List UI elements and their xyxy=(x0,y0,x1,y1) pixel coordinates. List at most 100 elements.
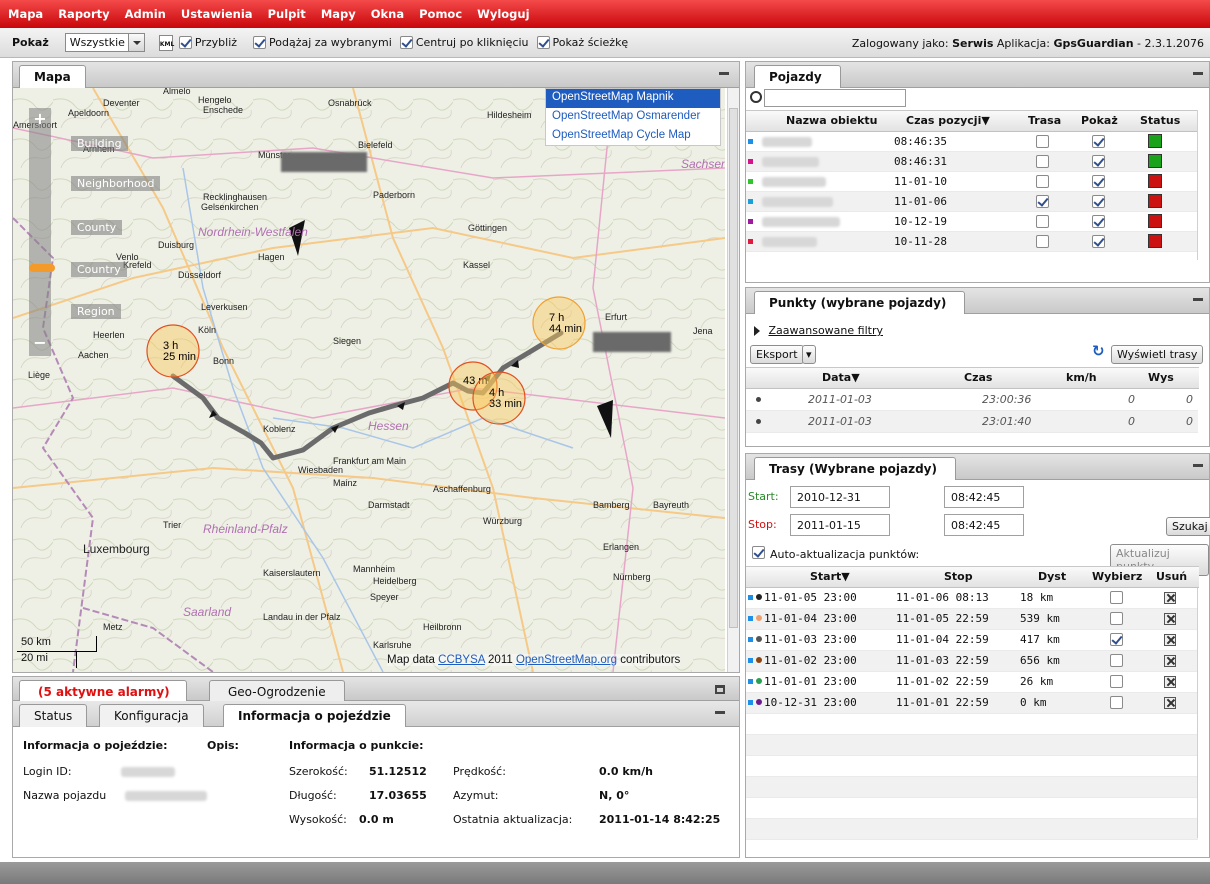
menu-mapa[interactable]: Mapa xyxy=(8,7,43,21)
table-row[interactable]: 10-12-19 xyxy=(746,212,1198,232)
menu-pomoc[interactable]: Pomoc xyxy=(419,7,462,21)
path-checkbox[interactable] xyxy=(536,36,550,49)
delete-icon[interactable] xyxy=(1164,697,1176,709)
layer-cyclemap[interactable]: OpenStreetMap Cycle Map xyxy=(546,127,720,146)
route-checkbox[interactable] xyxy=(1036,215,1049,228)
minimize-icon[interactable] xyxy=(719,72,729,75)
tab-status[interactable]: Status xyxy=(19,704,88,727)
route-checkbox[interactable] xyxy=(1036,135,1049,148)
export-dropdown-icon[interactable]: ▾ xyxy=(802,345,816,364)
minimize-icon[interactable] xyxy=(1193,72,1203,75)
show-checkbox[interactable] xyxy=(1092,155,1105,168)
tab-trasy[interactable]: Trasy (Wybrane pojazdy) xyxy=(754,457,956,480)
menu-ustawienia[interactable]: Ustawienia xyxy=(181,7,253,21)
col-select[interactable]: Wybierz xyxy=(1092,570,1142,583)
zoom-out-icon[interactable]: − xyxy=(31,334,49,352)
table-row[interactable]: 11-01-06 xyxy=(746,192,1198,212)
table-row[interactable]: 11-01-04 23:00 11-01-05 22:59 539 km xyxy=(746,609,1198,630)
tab-mapa[interactable]: Mapa xyxy=(19,65,86,88)
route-select-checkbox[interactable] xyxy=(1110,675,1123,688)
table-row[interactable]: 11-01-01 23:00 11-01-02 22:59 26 km xyxy=(746,672,1198,693)
map-canvas[interactable]: 3 h 25 min 7 h 44 min 43 m4 h 33 min Almelo De… xyxy=(13,88,725,672)
search-icon[interactable] xyxy=(750,91,762,103)
route-checkbox[interactable] xyxy=(1036,175,1049,188)
refresh-icon[interactable]: ↻ xyxy=(1092,342,1105,360)
col-dist[interactable]: Dyst xyxy=(1038,570,1066,583)
show-checkbox[interactable] xyxy=(1092,195,1105,208)
export-button[interactable]: Eksport xyxy=(750,345,804,364)
routes-scrollbar[interactable] xyxy=(1197,588,1209,838)
table-row[interactable]: 11-01-05 23:00 11-01-06 08:13 18 km xyxy=(746,588,1198,609)
show-routes-button[interactable]: Wyświetl trasy xyxy=(1111,345,1204,364)
col-time[interactable]: Czas xyxy=(964,371,992,384)
route-select-checkbox[interactable] xyxy=(1110,633,1123,646)
table-row[interactable]: 10-12-31 23:00 11-01-01 22:59 0 km xyxy=(746,693,1198,714)
stop-date-input[interactable]: 2011-01-15 xyxy=(790,514,890,536)
chevron-down-icon[interactable] xyxy=(127,34,144,51)
show-select[interactable]: Wszystkie xyxy=(64,33,145,52)
filters-link[interactable]: Zaawansowane filtry xyxy=(769,324,884,337)
auto-update-checkbox[interactable] xyxy=(752,546,765,559)
route-select-checkbox[interactable] xyxy=(1110,612,1123,625)
col-name[interactable]: Nazwa obiektu xyxy=(786,114,878,127)
col-stop[interactable]: Stop xyxy=(944,570,973,583)
stop-time-input[interactable]: 08:42:45 xyxy=(944,514,1024,536)
col-delete[interactable]: Usuń xyxy=(1156,570,1187,583)
col-show[interactable]: Pokaż xyxy=(1081,114,1118,127)
route-select-checkbox[interactable] xyxy=(1110,591,1123,604)
col-speed[interactable]: km/h xyxy=(1066,371,1097,384)
tab-punkty[interactable]: Punkty (wybrane pojazdy) xyxy=(754,291,966,314)
delete-icon[interactable] xyxy=(1164,676,1176,688)
menu-okna[interactable]: Okna xyxy=(371,7,404,21)
table-row[interactable]: 11-01-10 xyxy=(746,172,1198,192)
start-time-input[interactable]: 08:42:45 xyxy=(944,486,1024,508)
zoom-label-country[interactable]: Country xyxy=(71,262,127,277)
col-route[interactable]: Trasa xyxy=(1028,114,1061,127)
zoom-label-building[interactable]: Building xyxy=(71,136,128,151)
col-date[interactable]: Data▼ xyxy=(822,371,860,384)
start-date-input[interactable]: 2010-12-31 xyxy=(790,486,890,508)
delete-icon[interactable] xyxy=(1164,655,1176,667)
table-row[interactable]: 08:46:31 xyxy=(746,152,1198,172)
route-checkbox[interactable] xyxy=(1036,235,1049,248)
menu-raporty[interactable]: Raporty xyxy=(58,7,109,21)
col-start[interactable]: Start▼ xyxy=(810,570,850,583)
table-row[interactable]: 11-01-02 23:00 11-01-03 22:59 656 km xyxy=(746,651,1198,672)
menu-pulpit[interactable]: Pulpit xyxy=(268,7,306,21)
vehicles-scrollbar[interactable] xyxy=(1197,110,1209,260)
filters-toggle[interactable]: Zaawansowane filtry xyxy=(754,324,883,337)
zoom-label-neighborhood[interactable]: Neighborhood xyxy=(71,176,161,191)
map-scrollbar[interactable] xyxy=(727,88,739,672)
follow-checkbox[interactable] xyxy=(253,36,267,49)
col-alt[interactable]: Wys xyxy=(1148,371,1174,384)
kml-icon[interactable]: KML xyxy=(158,34,174,51)
maximize-icon[interactable] xyxy=(715,685,725,694)
center-checkbox[interactable] xyxy=(399,36,413,49)
show-checkbox[interactable] xyxy=(1092,235,1105,248)
route-select-checkbox[interactable] xyxy=(1110,696,1123,709)
zoom-label-region[interactable]: Region xyxy=(71,304,121,319)
tab-pojazdy[interactable]: Pojazdy xyxy=(754,65,841,88)
route-checkbox[interactable] xyxy=(1036,155,1049,168)
delete-icon[interactable] xyxy=(1164,592,1176,604)
tab-geofence[interactable]: Geo-Ogrodzenie xyxy=(209,680,345,703)
table-row[interactable]: 08:46:35 xyxy=(746,132,1198,152)
tab-vehicle-info[interactable]: Informacja o pojeździe xyxy=(223,704,406,727)
route-checkbox[interactable] xyxy=(1036,195,1049,208)
vehicle-search-input[interactable] xyxy=(764,89,906,107)
show-checkbox[interactable] xyxy=(1092,175,1105,188)
minimize-icon[interactable] xyxy=(1193,298,1203,301)
tab-alarms[interactable]: (5 aktywne alarmy) xyxy=(19,680,187,703)
osm-link[interactable]: OpenStreetMap.org xyxy=(516,654,617,666)
table-row[interactable]: 2011-01-03 23:00:36 0 0 xyxy=(746,389,1198,411)
delete-icon[interactable] xyxy=(1164,634,1176,646)
layer-osmarender[interactable]: OpenStreetMap Osmarender xyxy=(546,108,720,127)
table-row[interactable]: 10-11-28 xyxy=(746,232,1198,252)
menu-wyloguj[interactable]: Wyloguj xyxy=(477,7,529,21)
table-row[interactable]: 2011-01-03 23:01:40 0 0 xyxy=(746,411,1198,433)
route-select-checkbox[interactable] xyxy=(1110,654,1123,667)
menu-admin[interactable]: Admin xyxy=(125,7,166,21)
col-status[interactable]: Status xyxy=(1140,114,1180,127)
col-time[interactable]: Czas pozycji▼ xyxy=(906,114,990,127)
menu-mapy[interactable]: Mapy xyxy=(321,7,356,21)
